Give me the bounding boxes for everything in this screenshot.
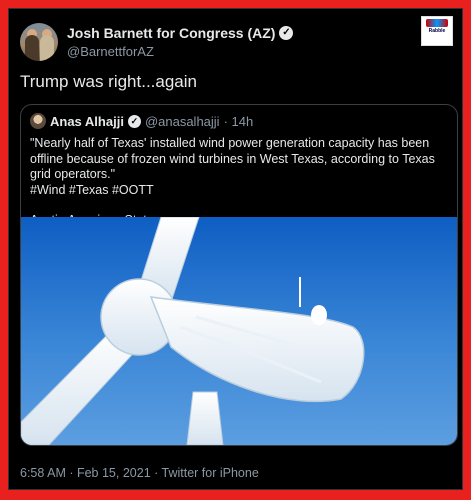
verified-badge-icon: ✓ xyxy=(279,26,294,40)
author-names: Josh Barnett for Congress (AZ) ✓ @Barnet… xyxy=(67,25,294,59)
verified-badge-icon: ✓ xyxy=(127,114,141,128)
tweet-timestamp[interactable]: 6:58 AM · Feb 15, 2021 · Twitter for iPh… xyxy=(20,466,259,480)
wind-turbine-illustration xyxy=(21,217,365,445)
quoted-author-avatar[interactable] xyxy=(30,113,46,129)
author-handle[interactable]: @BarnettforAZ xyxy=(67,44,293,59)
author-display-name-text: Josh Barnett for Congress (AZ) xyxy=(67,25,276,41)
tweet-text: Trump was right...again xyxy=(20,72,197,91)
quoted-tweet-time[interactable]: · 14h xyxy=(224,114,254,129)
quoted-tweet-header: Anas Alhajji ✓ @anasalhajji · 14h xyxy=(30,113,253,129)
quoted-tweet-text: "Nearly half of Texas' installed wind po… xyxy=(30,136,435,197)
rabble-logo-text: Rabble xyxy=(428,28,446,34)
tweet-card: Josh Barnett for Congress (AZ) ✓ @Barnet… xyxy=(8,8,463,490)
quoted-tweet-body: "Nearly half of Texas' installed wind po… xyxy=(30,136,450,229)
rabble-logo: Rabble xyxy=(421,16,453,46)
quoted-author-handle[interactable]: @anasalhajji xyxy=(145,114,220,129)
quoted-author-name[interactable]: Anas Alhajji xyxy=(50,114,124,129)
quoted-tweet[interactable]: Anas Alhajji ✓ @anasalhajji · 14h "Nearl… xyxy=(20,104,458,446)
tweet-author-row[interactable]: Josh Barnett for Congress (AZ) ✓ @Barnet… xyxy=(20,20,294,64)
frozen-wind-turbine-photo[interactable] xyxy=(21,217,457,445)
author-display-name[interactable]: Josh Barnett for Congress (AZ) ✓ xyxy=(67,25,294,41)
author-avatar[interactable] xyxy=(20,23,58,61)
